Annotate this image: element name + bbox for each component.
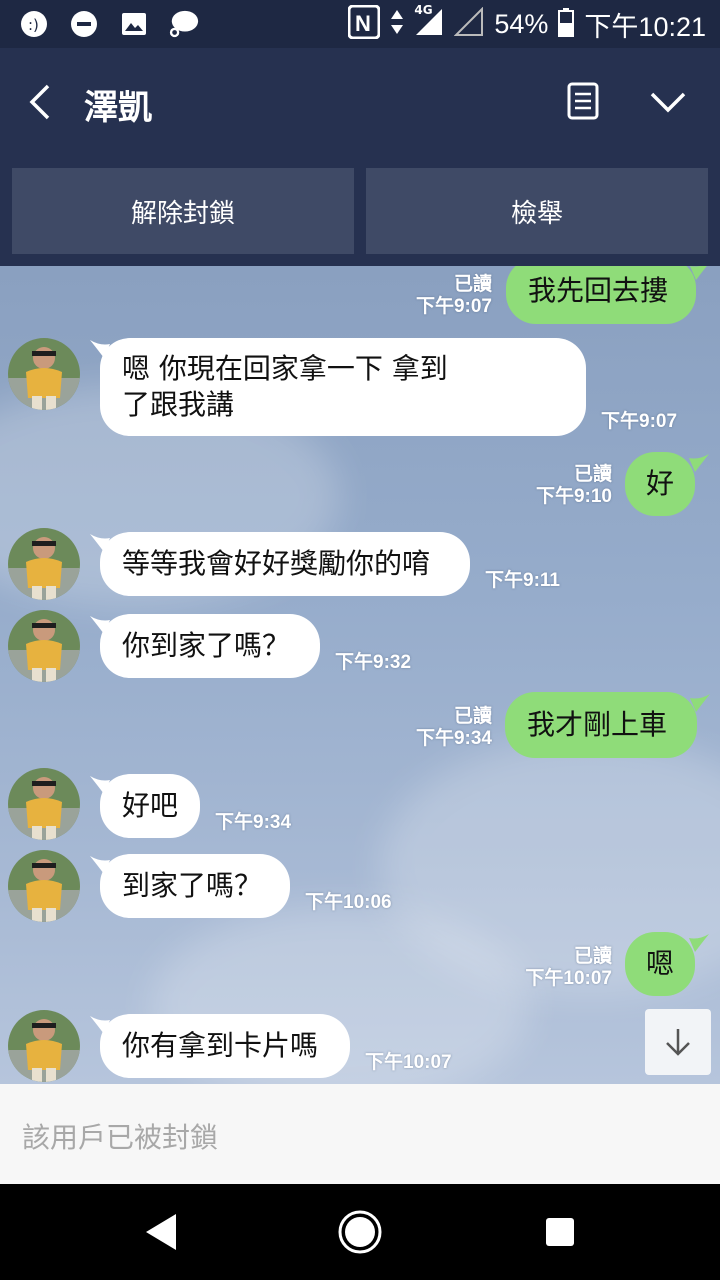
message-meta: 已讀 下午9:07 [416, 274, 492, 318]
contact-avatar[interactable] [8, 1010, 80, 1082]
outgoing-message[interactable]: 我才剛上車 [505, 692, 697, 758]
message-time: 下午9:07 [601, 411, 678, 432]
bubble-tail [689, 454, 709, 472]
svg-text:N: N [355, 11, 371, 36]
message-meta: 已讀 下午10:07 [525, 946, 612, 990]
message-text: 嗯 你現在回家拿一下 拿到 [122, 352, 448, 385]
bubble-tail [690, 694, 710, 712]
svg-text::): :) [28, 16, 39, 34]
arrow-down-icon [666, 1029, 690, 1056]
system-navigation-bar [0, 1184, 720, 1280]
read-receipt: 已讀 [573, 946, 612, 967]
signal-empty-icon [453, 6, 484, 41]
message-text: 我才剛上車 [527, 708, 668, 741]
triangle-back-icon [146, 1214, 176, 1250]
messenger-notification-icon: :) [18, 8, 50, 40]
message-meta: 已讀 下午9:10 [536, 464, 612, 508]
battery-percent: 54% [494, 8, 549, 39]
nav-home-button[interactable] [336, 1208, 384, 1260]
message-text: 嗯 [645, 947, 674, 980]
square-recents-icon [546, 1218, 574, 1246]
contact-avatar[interactable] [8, 610, 80, 682]
nav-recents-button[interactable] [544, 1216, 576, 1252]
message-text: 你有拿到卡片嗎 [122, 1029, 319, 1062]
outgoing-message[interactable]: 好 [625, 452, 695, 516]
bubble-tail [689, 934, 709, 952]
message-time: 下午10:06 [305, 892, 392, 913]
unblock-button[interactable]: 解除封鎖 [12, 168, 354, 254]
message-meta: 已讀 下午9:34 [416, 706, 492, 750]
contact-avatar[interactable] [8, 528, 80, 600]
message-text: 你到家了嗎？ [122, 629, 291, 662]
notes-button[interactable] [564, 80, 604, 124]
message-text: 好吧 [122, 789, 179, 822]
report-button[interactable]: 檢舉 [366, 168, 708, 254]
message-time: 下午9:11 [485, 570, 560, 591]
data-arrows-icon [390, 7, 404, 41]
incoming-message[interactable]: 你到家了嗎？ [100, 614, 320, 678]
status-bar: :) N 4G 54% 下午10:21 [0, 0, 720, 48]
message-text: 好 [645, 467, 674, 500]
message-time: 下午10:07 [525, 968, 612, 989]
blocked-actions-bar: 解除封鎖 檢舉 [0, 160, 720, 266]
chat-messages-area[interactable]: 已讀 下午9:07 我先回去摟 嗯 你現在回家拿一下 拿到 了跟我講 下午9:0… [0, 266, 720, 1084]
outgoing-message[interactable]: 我先回去摟 [506, 266, 696, 324]
back-button[interactable] [24, 80, 60, 124]
nfc-icon: N [347, 4, 381, 43]
incoming-message[interactable]: 嗯 你現在回家拿一下 拿到 了跟我講 [100, 338, 586, 436]
chevron-down-icon [650, 92, 686, 113]
contact-name: 澤凱 [84, 88, 152, 128]
do-not-disturb-icon [68, 8, 100, 40]
chevron-left-icon [29, 84, 50, 120]
message-text: 到家了嗎？ [122, 869, 263, 902]
notes-icon [567, 82, 599, 120]
message-time: 下午9:10 [535, 486, 612, 507]
read-receipt: 已讀 [573, 464, 612, 485]
battery-icon [558, 7, 575, 41]
blocked-notice: 該用戶已被封鎖 [22, 1121, 219, 1154]
message-text: 了跟我講 [122, 388, 235, 421]
expand-menu-button[interactable] [648, 82, 688, 122]
blocked-input-area: 該用戶已被封鎖 [0, 1084, 720, 1184]
network-type-label: 4G [414, 3, 433, 17]
cell-signal-icon: 4G [414, 3, 444, 41]
incoming-message[interactable]: 好吧 [100, 774, 200, 838]
scroll-to-bottom-button[interactable] [645, 1009, 711, 1075]
clock: 下午10:21 [584, 11, 706, 42]
incoming-message[interactable]: 你有拿到卡片嗎 [100, 1014, 350, 1078]
image-icon [118, 8, 150, 40]
message-time: 下午9:34 [215, 812, 292, 833]
incoming-message[interactable]: 到家了嗎？ [100, 854, 290, 918]
chat-notification-icon [168, 8, 200, 40]
message-time: 下午9:32 [335, 652, 412, 673]
message-time: 下午9:07 [415, 296, 492, 317]
read-receipt: 已讀 [453, 274, 492, 295]
nav-back-button[interactable] [142, 1210, 182, 1258]
contact-avatar[interactable] [8, 338, 80, 410]
message-time: 下午10:07 [365, 1052, 452, 1073]
incoming-message[interactable]: 等等我會好好獎勵你的唷 [100, 532, 470, 596]
contact-avatar[interactable] [8, 850, 80, 922]
message-time: 下午9:34 [415, 728, 492, 749]
home-circle-icon [338, 1210, 382, 1254]
contact-avatar[interactable] [8, 768, 80, 840]
chat-header: 澤凱 [0, 48, 720, 160]
bubble-tail [690, 266, 707, 280]
read-receipt: 已讀 [453, 706, 492, 727]
message-text: 等等我會好好獎勵你的唷 [122, 547, 431, 580]
outgoing-message[interactable]: 嗯 [625, 932, 695, 996]
message-text: 我先回去摟 [528, 274, 669, 307]
